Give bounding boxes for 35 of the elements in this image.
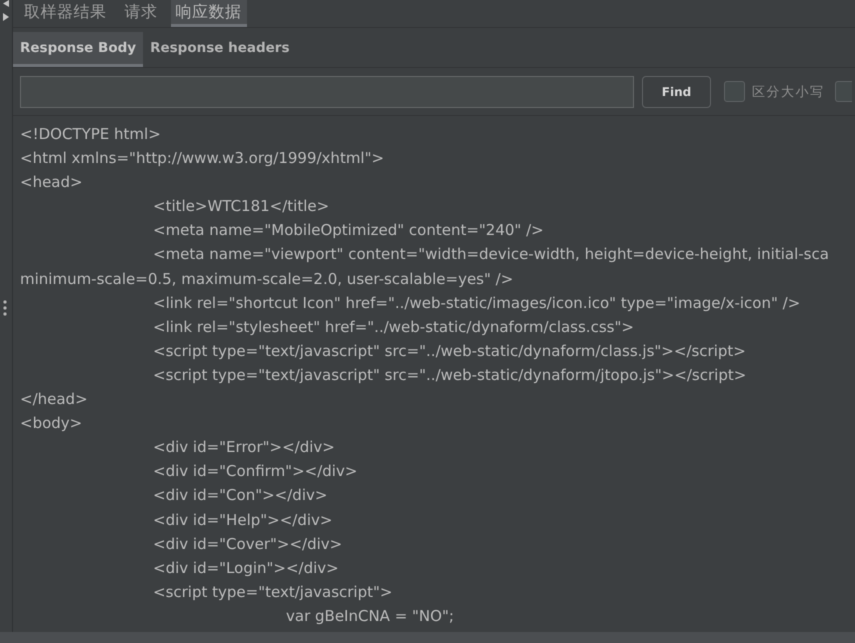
find-button[interactable]: Find	[642, 76, 711, 108]
checkbox[interactable]	[834, 81, 852, 102]
search-field[interactable]	[20, 76, 634, 108]
tab[interactable]: 响应数据	[170, 0, 246, 27]
code-line: minimum-scale=0.5, maximum-scale=2.0, user-scalable=yes" />	[20, 268, 514, 290]
checkbox[interactable]	[724, 81, 745, 102]
right-arrow-icon[interactable]	[3, 13, 9, 21]
code-line: <meta name="MobileOptimized" content="240" />	[152, 220, 544, 242]
code-line: <head>	[20, 172, 83, 194]
code-line: <body>	[20, 413, 82, 434]
tab[interactable]: Response Body	[13, 32, 144, 67]
code-line: <link rel="stylesheet" href="../web-static/dynaform/class.css">	[152, 316, 634, 338]
checkbox-label: 区分大小写	[752, 84, 824, 100]
code-line: <div id="Confirm"></div>	[152, 461, 358, 482]
code-line: </head>	[20, 389, 88, 410]
tab[interactable]: Response headers	[143, 32, 296, 67]
code-line: <script type="text/javascript">	[152, 582, 392, 603]
tab[interactable]: 请求	[120, 0, 162, 27]
code-line: <script type="text/javascript" src="../web-static/dynaform/class.js"></script>	[152, 340, 746, 362]
code-line: <div id="Cover"></div>	[152, 534, 342, 555]
code-line: <!DOCTYPE html>	[20, 124, 161, 145]
code-line: <title>WTC181</title>	[152, 196, 330, 218]
code-line: <div id="Login"></div>	[152, 558, 339, 579]
code-line: <link rel="shortcut Icon" href="../web-static/images/icon.ico" type="image/x-icon" />	[152, 292, 800, 314]
code-line: <meta name="viewport" content="width=device-width, height=device-height, initial-sca	[152, 244, 829, 266]
left-arrow-icon[interactable]	[3, 0, 9, 7]
horizontal-scrollbar[interactable]	[0, 632, 855, 643]
grip-icon[interactable]	[3, 300, 7, 316]
tab[interactable]: 取样器结果	[19, 0, 112, 27]
code-line: <script type="text/javascript" src="../web-static/dynaform/jtopo.js"></script>	[152, 364, 746, 386]
code-line: <div id="Error"></div>	[152, 437, 335, 458]
code-line: var gBeInCNA = "NO";	[285, 606, 454, 627]
code-line: <div id="Help"></div>	[152, 510, 332, 530]
code-line: <html xmlns="http://www.w3.org/1999/xhtml">	[20, 148, 384, 170]
code-line: <div id="Con"></div>	[152, 485, 328, 506]
